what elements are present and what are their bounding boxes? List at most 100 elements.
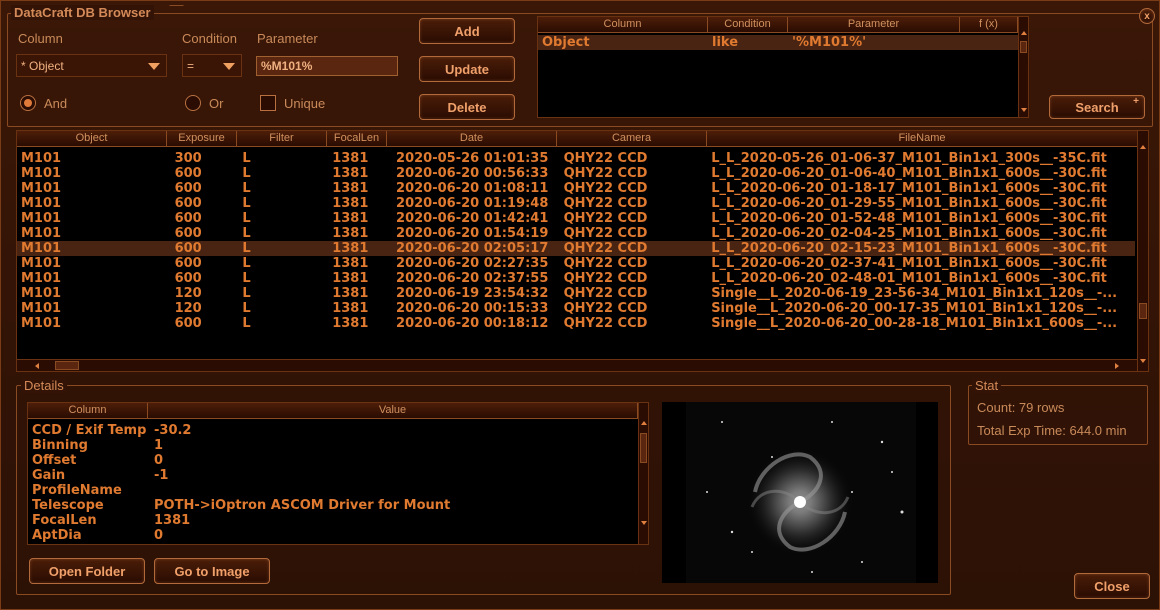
detail-key: CCD / Exif Temp bbox=[32, 423, 147, 438]
parameter-input[interactable]: %M101% bbox=[256, 56, 398, 76]
delete-button[interactable]: Delete bbox=[419, 94, 515, 120]
table-cell: 2020-06-20 02:05:17 bbox=[396, 241, 549, 256]
table-row[interactable]: M101 600 L 1381 2020-06-20 01:08:11 QHY22 CCD… bbox=[17, 181, 1135, 196]
add-button[interactable]: Add bbox=[419, 18, 515, 44]
results-vscrollbar[interactable] bbox=[1137, 131, 1148, 371]
scroll-down-icon[interactable] bbox=[1140, 359, 1146, 363]
chevron-down-icon bbox=[223, 62, 235, 70]
details-col-column[interactable]: Column bbox=[28, 403, 148, 419]
open-folder-button[interactable]: Open Folder bbox=[29, 558, 145, 584]
condition-label: Condition bbox=[182, 31, 237, 46]
table-cell: 600 bbox=[174, 166, 202, 181]
details-grid[interactable]: Column Value CCD / Exif Temp -30.2 Binning… bbox=[27, 402, 649, 545]
results-col-object[interactable]: Object bbox=[17, 131, 167, 147]
table-cell: M101 bbox=[21, 196, 62, 211]
details-scrollbar[interactable] bbox=[638, 403, 648, 544]
detail-row[interactable]: Telescope POTH->iOptron ASCOM Driver for … bbox=[28, 498, 636, 513]
condition-select[interactable]: = bbox=[182, 54, 242, 77]
condition-select-value: = bbox=[187, 58, 195, 73]
table-cell: L bbox=[242, 151, 251, 166]
results-col-exposure[interactable]: Exposure bbox=[167, 131, 237, 147]
detail-row[interactable]: Offset 0 bbox=[28, 453, 636, 468]
window-close-button[interactable]: x bbox=[1139, 8, 1155, 24]
detail-row[interactable]: FocalLen 1381 bbox=[28, 513, 636, 528]
image-preview bbox=[662, 402, 938, 583]
update-button[interactable]: Update bbox=[419, 56, 515, 82]
galaxy-image bbox=[686, 402, 916, 583]
detail-row[interactable]: AptDia 0 bbox=[28, 528, 636, 543]
table-cell: 1381 bbox=[332, 241, 369, 256]
table-row[interactable]: M101 600 L 1381 2020-06-20 01:19:48 QHY22 CCD… bbox=[17, 196, 1135, 211]
or-radio[interactable] bbox=[185, 95, 201, 111]
close-button[interactable]: Close bbox=[1074, 573, 1150, 599]
results-col-filter[interactable]: Filter bbox=[237, 131, 327, 147]
table-cell: M101 bbox=[21, 271, 62, 286]
table-row[interactable]: M101 600 L 1381 2020-06-20 02:37:55 QHY22 CCD… bbox=[17, 271, 1135, 286]
detail-row[interactable]: Gain -1 bbox=[28, 468, 636, 483]
conditions-col-fx[interactable]: f (x) bbox=[960, 17, 1018, 33]
table-cell: 600 bbox=[174, 256, 202, 271]
detail-row[interactable]: ProfileName bbox=[28, 483, 636, 498]
table-cell: QHY22 CCD bbox=[563, 241, 648, 256]
detail-value: 1 bbox=[154, 438, 164, 453]
conditions-col-condition[interactable]: Condition bbox=[708, 17, 788, 33]
details-header: Column Value bbox=[28, 403, 638, 419]
table-row[interactable]: M101 120 L 1381 2020-06-19 23:54:32 QHY22 CCD… bbox=[17, 286, 1135, 301]
scroll-thumb[interactable] bbox=[1020, 41, 1027, 53]
scroll-thumb[interactable] bbox=[1139, 303, 1147, 319]
scroll-up-icon[interactable] bbox=[1140, 145, 1146, 149]
conditions-cell: like bbox=[712, 35, 739, 50]
table-cell: 1381 bbox=[332, 256, 369, 271]
table-cell: L_L_2020-06-20_01-52-48_M101_Bin1x1_600s… bbox=[711, 211, 1107, 226]
results-col-filename[interactable]: FileName bbox=[707, 131, 1138, 147]
table-row[interactable]: M101 600 L 1381 2020-06-20 00:18:12 QHY22 CCD… bbox=[17, 316, 1135, 331]
table-row[interactable]: M101 600 L 1381 2020-06-20 01:42:41 QHY22 CCD… bbox=[17, 211, 1135, 226]
table-cell: 1381 bbox=[332, 226, 369, 241]
detail-key: AptDia bbox=[32, 528, 82, 543]
table-row[interactable]: M101 600 L 1381 2020-06-20 02:05:17 QHY22 CCD… bbox=[17, 241, 1135, 256]
table-row[interactable]: M101 300 L 1381 2020-05-26 01:01:35 QHY22 CCD… bbox=[17, 151, 1135, 166]
detail-row[interactable]: CCD / Exif Temp -30.2 bbox=[28, 423, 636, 438]
scroll-up-icon[interactable] bbox=[641, 421, 647, 425]
details-col-value[interactable]: Value bbox=[148, 403, 638, 419]
table-cell: M101 bbox=[21, 166, 62, 181]
scroll-right-icon[interactable] bbox=[1115, 363, 1119, 369]
conditions-scrollbar[interactable] bbox=[1018, 17, 1028, 117]
table-cell: M101 bbox=[21, 256, 62, 271]
results-grid[interactable]: Object Exposure Filter FocalLen Date Cam… bbox=[16, 130, 1149, 372]
conditions-grid[interactable]: Column Condition Parameter f (x) Object … bbox=[537, 16, 1029, 118]
detail-row[interactable]: Binning 1 bbox=[28, 438, 636, 453]
scroll-left-icon[interactable] bbox=[35, 363, 39, 369]
results-col-camera[interactable]: Camera bbox=[557, 131, 707, 147]
unique-checkbox[interactable] bbox=[260, 95, 276, 111]
scroll-thumb[interactable] bbox=[55, 361, 79, 370]
table-row[interactable]: M101 600 L 1381 2020-06-20 02:27:35 QHY22 CCD… bbox=[17, 256, 1135, 271]
table-row[interactable]: M101 600 L 1381 2020-06-20 01:54:19 QHY22 CCD… bbox=[17, 226, 1135, 241]
table-cell: QHY22 CCD bbox=[563, 286, 648, 301]
scroll-thumb[interactable] bbox=[640, 433, 647, 463]
table-cell: 1381 bbox=[332, 166, 369, 181]
table-cell: M101 bbox=[21, 241, 62, 256]
results-hscrollbar[interactable] bbox=[17, 359, 1137, 371]
scroll-up-icon[interactable] bbox=[1021, 31, 1027, 35]
table-cell: M101 bbox=[21, 226, 62, 241]
search-button-label: Search bbox=[1075, 99, 1119, 115]
conditions-col-parameter[interactable]: Parameter bbox=[788, 17, 960, 33]
conditions-row[interactable]: Object like '%M101%' bbox=[538, 35, 1018, 50]
scroll-down-icon[interactable] bbox=[1021, 108, 1027, 112]
table-cell: L_L_2020-05-26_01-06-37_M101_Bin1x1_300s… bbox=[711, 151, 1107, 166]
table-cell: L bbox=[242, 181, 251, 196]
go-to-image-button[interactable]: Go to Image bbox=[154, 558, 270, 584]
table-row[interactable]: M101 120 L 1381 2020-06-20 00:15:33 QHY22 CCD… bbox=[17, 301, 1135, 316]
detail-value: -30.2 bbox=[154, 423, 192, 438]
detail-key: Telescope bbox=[32, 498, 104, 513]
table-row[interactable]: M101 600 L 1381 2020-06-20 00:56:33 QHY22 CCD… bbox=[17, 166, 1135, 181]
conditions-col-column[interactable]: Column bbox=[538, 17, 708, 33]
search-button[interactable]: Search + bbox=[1049, 95, 1145, 119]
column-select[interactable]: * Object bbox=[16, 54, 167, 77]
results-col-focallen[interactable]: FocalLen bbox=[327, 131, 387, 147]
and-radio[interactable] bbox=[20, 95, 36, 111]
table-cell: QHY22 CCD bbox=[563, 226, 648, 241]
scroll-down-icon[interactable] bbox=[641, 521, 647, 525]
results-col-date[interactable]: Date bbox=[387, 131, 557, 147]
